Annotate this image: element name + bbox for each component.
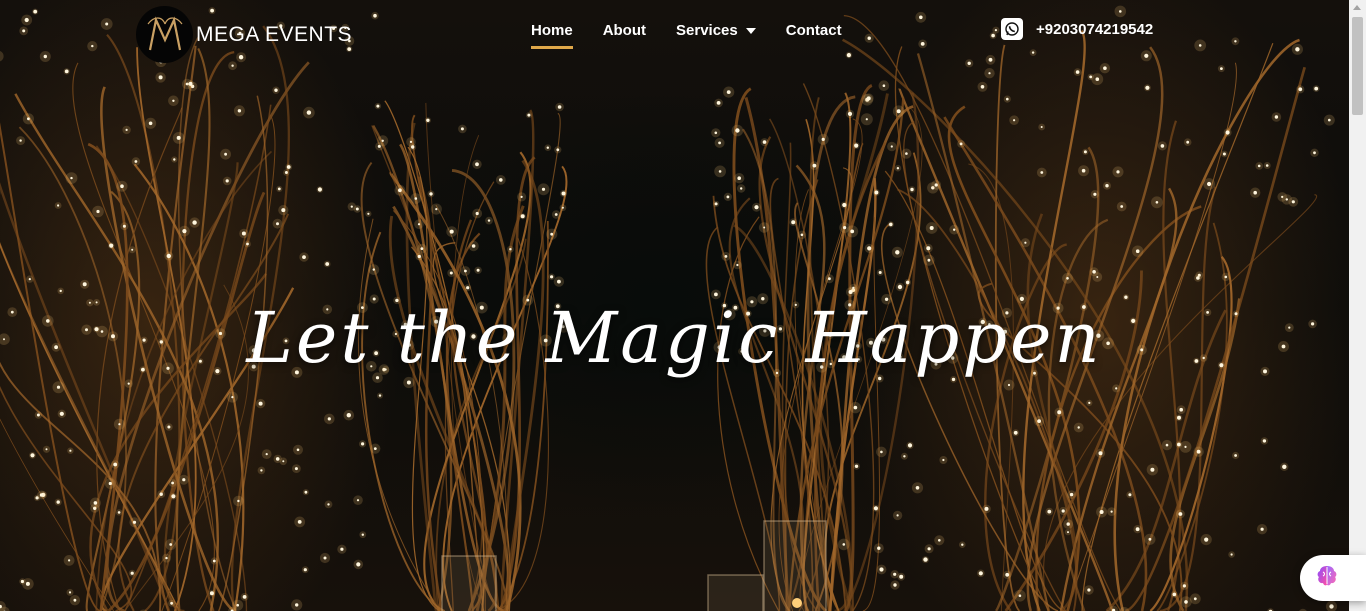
- nav-item-contact[interactable]: Contact: [786, 22, 842, 49]
- nav-item-label: Home: [531, 22, 573, 39]
- candle-holder: [441, 555, 497, 611]
- nav-item-label: About: [602, 22, 647, 39]
- brand-name: MEGA EVENTS: [196, 22, 353, 46]
- whatsapp-icon: [1001, 18, 1023, 40]
- nav-item-label: Services: [676, 22, 738, 39]
- logo[interactable]: MEGA EVENTS: [136, 6, 352, 63]
- main-menu: Home About Services Contact: [531, 22, 872, 49]
- caret-down-icon: [745, 27, 756, 34]
- scroll-up-arrow-icon[interactable]: [1353, 5, 1361, 10]
- candle-flame: [792, 598, 802, 608]
- candle-holder: [763, 520, 827, 611]
- logo-monogram-icon: [136, 6, 193, 63]
- nav-item-services[interactable]: Services: [676, 22, 756, 49]
- phone-number: +9203074219542: [1036, 20, 1154, 38]
- brain-icon: [1314, 563, 1340, 594]
- branch: [85, 190, 141, 611]
- nav-item-label: Contact: [785, 22, 842, 39]
- candle-holder: [707, 574, 764, 611]
- scrollbar-thumb[interactable]: [1352, 17, 1363, 115]
- nav-item-about[interactable]: About: [603, 22, 646, 49]
- page-scrollbar[interactable]: [1349, 0, 1366, 611]
- branch: [1159, 186, 1217, 611]
- hero-section: MEGA EVENTS Home About Services Contact: [0, 0, 1349, 611]
- nav-item-home[interactable]: Home: [531, 22, 573, 49]
- whatsapp-phone-link[interactable]: +9203074219542: [1001, 18, 1153, 40]
- top-navigation: MEGA EVENTS Home About Services Contact: [0, 0, 1349, 70]
- hero-headline: Let the Magic Happen: [246, 297, 1103, 379]
- assistant-widget-button[interactable]: [1300, 555, 1366, 601]
